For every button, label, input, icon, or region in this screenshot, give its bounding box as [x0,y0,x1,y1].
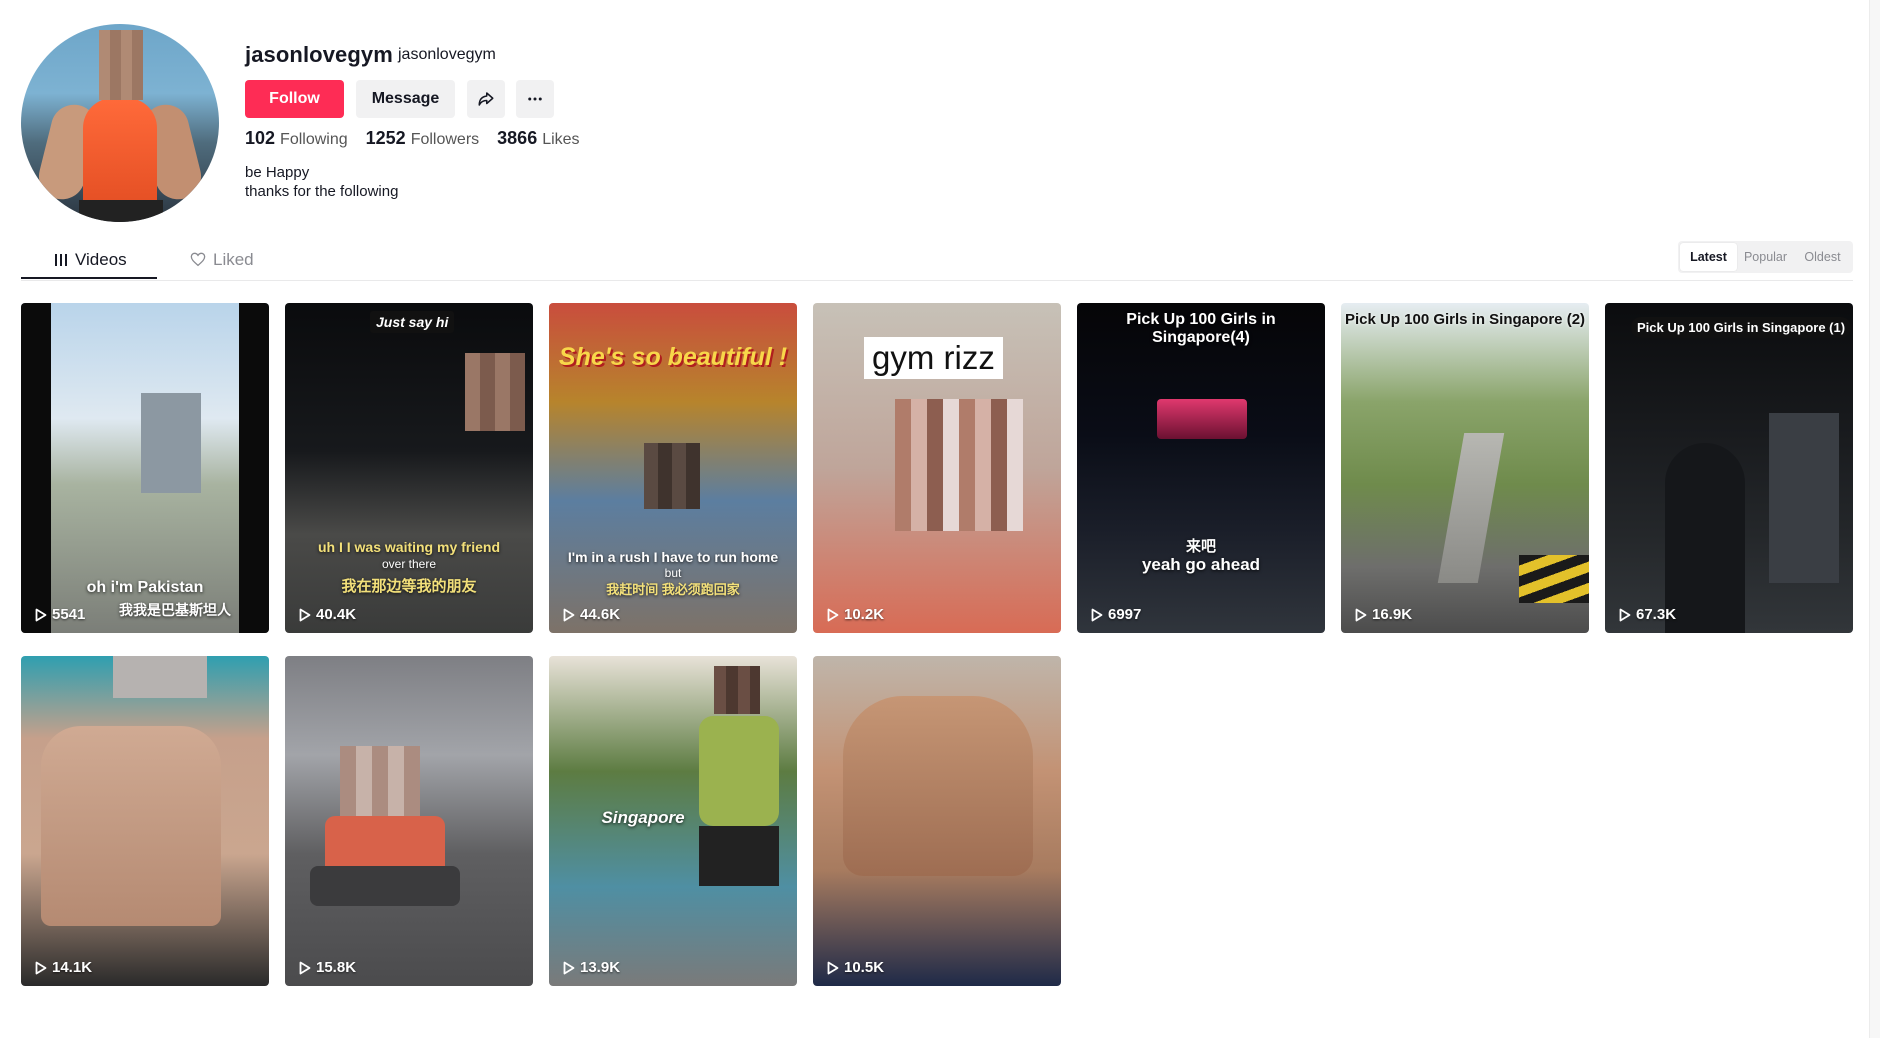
video-9-views: 15.8K [299,959,356,976]
video-7-title-tag: Pick Up 100 Girls in Singapore (1) [1631,317,1852,338]
video-6-title-tag: Pick Up 100 Girls in Singapore (2) [1344,311,1586,328]
video-5-caption-en: yeah go ahead [1141,555,1261,574]
video-7-views: 67.3K [1619,606,1676,623]
following-count: 102 [245,128,276,148]
video-8-views: 14.1K [35,959,92,976]
video-card-5[interactable]: Pick Up 100 Girls in Singapore(4) 来吧 yea… [1077,303,1325,633]
video-2-views: 40.4K [299,606,356,623]
tabs-divider [21,280,1853,281]
video-card-4[interactable]: gym rizz 10.2K [813,303,1061,633]
video-card-8[interactable]: 14.1K [21,656,269,986]
video-3-title-tag: She's so beautiful ! [558,343,788,371]
video-1-views: 5541 [35,606,85,623]
play-outline-icon [299,961,311,974]
video-6-views: 16.9K [1355,606,1412,623]
grid-icon [55,254,67,266]
likes-label: Likes [542,131,580,148]
video-10-views: 13.9K [563,959,620,976]
video-card-11[interactable]: 10.5K [813,656,1061,986]
video-card-1[interactable]: oh i'm Pakistan 我我是巴基斯坦人 5541 [21,303,269,633]
video-3-caption-en-1: I'm in a rush I have to run home [567,549,779,565]
followers-count: 1252 [365,128,406,148]
video-card-9[interactable]: 15.8K [285,656,533,986]
likes-count: 3866 [497,128,538,148]
video-card-6[interactable]: Pick Up 100 Girls in Singapore (2) 16.9K [1341,303,1589,633]
likes-stat: 3866 Likes [497,128,579,149]
video-card-3[interactable]: She's so beautiful ! I'm in a rush I hav… [549,303,797,633]
play-outline-icon [1355,608,1367,621]
play-outline-icon [827,961,839,974]
following-stat[interactable]: 102 Following [245,128,348,149]
follow-button[interactable]: Follow [245,80,344,118]
page-scrollbar[interactable] [1869,0,1880,1038]
avatar-face-pixelated [99,30,143,100]
video-5-title-tag: Pick Up 100 Girls in Singapore(4) [1126,311,1276,346]
sort-segmented-control: Latest Popular Oldest [1678,241,1853,273]
play-outline-icon [563,608,575,621]
message-button[interactable]: Message [356,80,455,118]
video-4-views: 10.2K [827,606,884,623]
video-5-views: 6997 [1091,606,1141,623]
play-outline-icon [35,961,47,974]
video-2-title-tag: Just say hi [370,311,455,333]
followers-label: Followers [410,131,480,148]
sort-latest[interactable]: Latest [1680,243,1737,271]
play-outline-icon [35,608,47,621]
tab-liked[interactable]: Liked [190,250,254,270]
profile-bio-line-1: be Happy [245,164,310,181]
play-outline-icon [1091,608,1103,621]
play-outline-icon [563,961,575,974]
share-button[interactable] [467,80,505,118]
tab-liked-label: Liked [213,250,254,269]
video-4-title-tag: gym rizz [864,337,1003,379]
profile-avatar[interactable] [21,24,219,222]
video-2-caption-en-2: over there [381,557,437,571]
video-2-caption-en-1: uh I I was waiting my friend [317,539,501,555]
video-10-caption-en: Singapore [601,808,685,827]
play-outline-icon [299,608,311,621]
profile-bio-line-2: thanks for the following [245,183,399,200]
tab-videos-label: Videos [75,250,127,269]
video-2-caption-zh: 我在那边等我的朋友 [341,578,477,595]
video-1-caption-en: oh i'm Pakistan [86,579,204,596]
video-card-2[interactable]: Just say hi uh I I was waiting my friend… [285,303,533,633]
video-3-caption-en-2: but [664,566,682,580]
share-arrow-icon [478,92,494,106]
play-outline-icon [827,608,839,621]
video-3-views: 44.6K [563,606,620,623]
heart-outline-icon [190,252,206,267]
active-tab-indicator [21,277,157,279]
profile-username: jasonlovegym [245,42,393,67]
play-outline-icon [1619,608,1631,621]
more-dots-icon [528,97,542,101]
video-card-7[interactable]: Pick Up 100 Girls in Singapore (1) 67.3K [1605,303,1853,633]
followers-stat[interactable]: 1252 Followers [366,128,480,149]
video-1-caption-zh: 我我是巴基斯坦人 [119,602,231,618]
profile-stats: 102 Following 1252 Followers 3866 Likes [245,128,598,149]
following-label: Following [280,131,348,148]
video-3-caption-zh: 我赶时间 我必须跑回家 [606,582,740,597]
sort-popular[interactable]: Popular [1737,243,1794,271]
profile-nickname: jasonlovegym [398,46,496,63]
video-card-10[interactable]: Singapore 13.9K [549,656,797,986]
tab-videos[interactable]: Videos [54,250,127,270]
sort-oldest[interactable]: Oldest [1794,243,1851,271]
more-options-button[interactable] [516,80,554,118]
video-5-caption-zh: 来吧 [1185,538,1216,555]
video-11-views: 10.5K [827,959,884,976]
